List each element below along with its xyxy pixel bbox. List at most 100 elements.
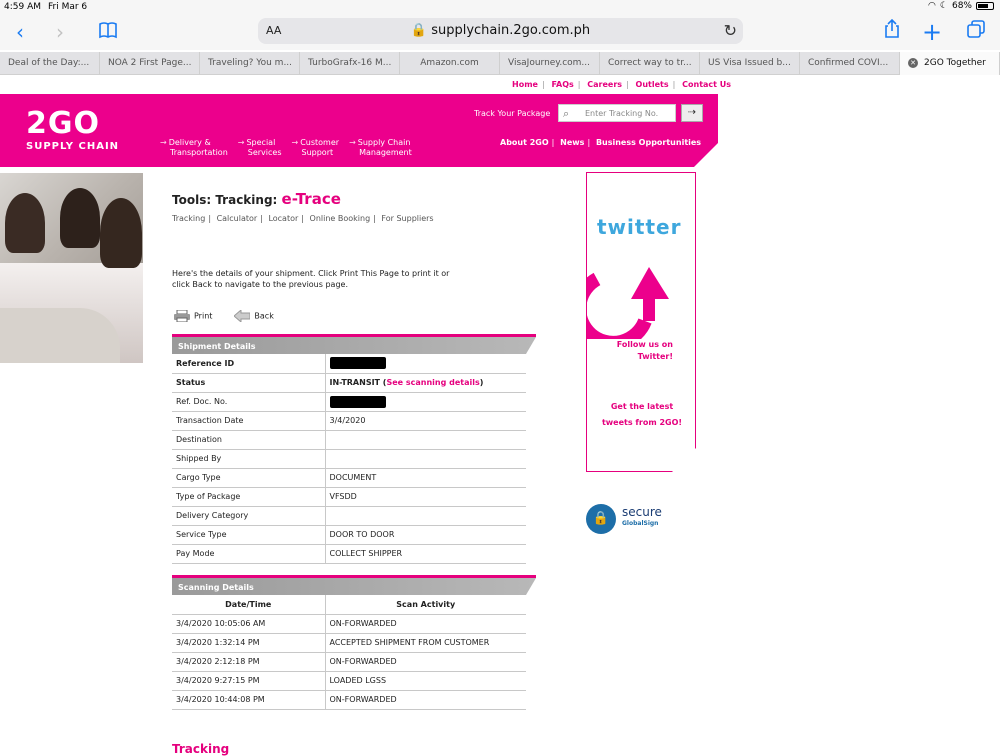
table-row: Delivery Category: [172, 506, 526, 526]
follow-text: Follow us on Twitter!: [616, 340, 673, 361]
back-icon[interactable]: ‹: [6, 18, 34, 46]
scan-activity: ON-FORWARDED: [325, 690, 526, 710]
scanning-heading-text: Scanning Details: [178, 583, 254, 592]
table-row: Transaction Date 3/4/2020: [172, 411, 526, 431]
link-calculator[interactable]: Calculator: [217, 214, 258, 223]
row-value: IN-TRANSIT (See scanning details): [325, 373, 526, 393]
nav-home[interactable]: Home: [512, 80, 538, 89]
tab-item[interactable]: VisaJourney.com...: [500, 52, 600, 75]
close-tab-icon[interactable]: ✕: [908, 58, 918, 68]
tracking-input[interactable]: ⌕ Enter Tracking No.: [558, 104, 676, 122]
forward-icon[interactable]: ›: [46, 18, 74, 46]
print-label: Print: [194, 311, 213, 321]
row-label: Pay Mode: [172, 544, 326, 564]
column-header: Scan Activity: [325, 595, 526, 615]
row-label: Destination: [172, 430, 326, 450]
tab-item[interactable]: Correct way to tr...: [600, 52, 700, 75]
back-button[interactable]: Back: [234, 310, 274, 322]
tab-item[interactable]: Amazon.com: [400, 52, 500, 75]
row-value: DOCUMENT: [325, 468, 526, 488]
nav-contact[interactable]: Contact Us: [682, 80, 731, 89]
printer-icon: [174, 310, 190, 322]
row-value: [325, 449, 526, 469]
shipment-table: Reference ID Status IN-TRANSIT (See scann…: [172, 354, 526, 564]
redacted-value: [329, 357, 386, 370]
row-value: VFSDD: [325, 487, 526, 507]
tab-item-active[interactable]: ✕ 2GO Together: [900, 52, 1000, 75]
table-row: 3/4/2020 10:44:08 PM ON-FORWARDED: [172, 690, 526, 710]
table-row: Reference ID: [172, 354, 526, 374]
table-row: 3/4/2020 9:27:15 PM LOADED LGSS: [172, 671, 526, 691]
tab-item[interactable]: Confirmed COVI...: [800, 52, 900, 75]
scan-datetime: 3/4/2020 9:27:15 PM: [172, 671, 326, 691]
print-button[interactable]: Print: [174, 310, 212, 322]
scanning-details-heading: Scanning Details: [172, 575, 536, 595]
tab-item[interactable]: Traveling? You m...: [200, 52, 300, 75]
tab-item[interactable]: US Visa Issued b...: [700, 52, 800, 75]
nav-faqs[interactable]: FAQs: [551, 80, 573, 89]
arrow-icon: →: [237, 138, 245, 147]
table-row: Destination: [172, 430, 526, 450]
page-actions: Print Back: [174, 310, 274, 322]
page-title-block: Tools: Tracking: e-Trace Tracking | Calcu…: [172, 190, 537, 223]
row-label: Cargo Type: [172, 468, 326, 488]
row-value: [325, 506, 526, 526]
scan-datetime: 3/4/2020 10:44:08 PM: [172, 690, 326, 710]
active-tab-label: 2GO Together: [924, 58, 986, 68]
nav-careers[interactable]: Careers: [587, 80, 622, 89]
nav-business[interactable]: Business Opportunities: [596, 138, 701, 147]
new-tab-icon[interactable]: +: [918, 18, 946, 46]
page-title: Tools: Tracking: e-Trace: [172, 190, 537, 208]
nav-supply-chain[interactable]: → Supply Chain Management: [349, 138, 412, 158]
row-label: Service Type: [172, 525, 326, 545]
link-locator[interactable]: Locator: [268, 214, 298, 223]
shipment-heading-text: Shipment Details: [178, 342, 256, 351]
address-bar[interactable]: AA 🔒 supplychain.2go.com.ph ↻: [258, 18, 743, 44]
link-for-suppliers[interactable]: For Suppliers: [381, 214, 433, 223]
bottom-section-title: Tracking: [172, 742, 230, 756]
intro-text: Here's the details of your shipment. Cli…: [172, 269, 450, 289]
row-value: [325, 354, 526, 374]
row-value: [325, 392, 526, 412]
track-label: Track Your Package: [474, 109, 551, 118]
share-icon[interactable]: [878, 18, 906, 46]
globalsign-seal[interactable]: 🔒 secure GlobalSign: [586, 504, 676, 536]
site-logo[interactable]: 2GO SUPPLY CHAIN: [26, 106, 119, 152]
nav-customer-support[interactable]: → Customer Support: [292, 138, 340, 158]
tab-item[interactable]: NOA 2 First Page...: [100, 52, 200, 75]
table-row: Cargo Type DOCUMENT: [172, 468, 526, 488]
link-online-booking[interactable]: Online Booking: [310, 214, 371, 223]
latest-tweets-text: Get the latest tweets from 2GO!: [601, 402, 683, 427]
tabs-overview-icon[interactable]: [962, 18, 990, 46]
moon-icon: ☾: [939, 1, 948, 11]
nav-special-services[interactable]: → Special Services: [238, 138, 282, 158]
scan-activity: ON-FORWARDED: [325, 614, 526, 634]
logo-text: 2GO: [26, 106, 101, 141]
track-go-button[interactable]: ⇢: [681, 104, 703, 122]
bookmarks-icon[interactable]: [94, 18, 122, 46]
table-row: 3/4/2020 10:05:06 AM ON-FORWARDED: [172, 614, 526, 634]
arrow-icon: →: [291, 138, 299, 147]
arrow-icon: →: [160, 138, 167, 147]
table-row: Service Type DOOR TO DOOR: [172, 525, 526, 545]
twitter-banner[interactable]: twitter Follow us on Twitter! Get the lat…: [586, 172, 696, 472]
nav-news[interactable]: News: [560, 138, 584, 147]
tab-item[interactable]: TurboGrafx-16 M...: [300, 52, 400, 75]
wifi-icon: ◠: [928, 1, 936, 11]
link-tracking[interactable]: Tracking: [172, 214, 205, 223]
nav-delivery[interactable]: → Delivery & Transportation: [160, 138, 228, 158]
padlock-icon: 🔒: [586, 504, 616, 534]
table-row: Shipped By: [172, 449, 526, 469]
tab-item[interactable]: Deal of the Day:...: [0, 52, 100, 75]
url-value: supplychain.2go.com.ph: [431, 23, 591, 38]
redacted-value: [329, 395, 386, 408]
nav-about[interactable]: About 2GO: [500, 138, 549, 147]
status-bar: 4:59 AM Fri Mar 6 ◠ ☾ 68%: [0, 0, 1000, 14]
row-label: Status: [172, 373, 326, 393]
secure-text: secure: [622, 505, 662, 519]
scanning-details-link[interactable]: See scanning details: [386, 378, 479, 387]
nav-outlets[interactable]: Outlets: [636, 80, 669, 89]
row-value: DOOR TO DOOR: [325, 525, 526, 545]
reload-icon[interactable]: ↻: [724, 21, 737, 40]
row-value: COLLECT SHIPPER: [325, 544, 526, 564]
